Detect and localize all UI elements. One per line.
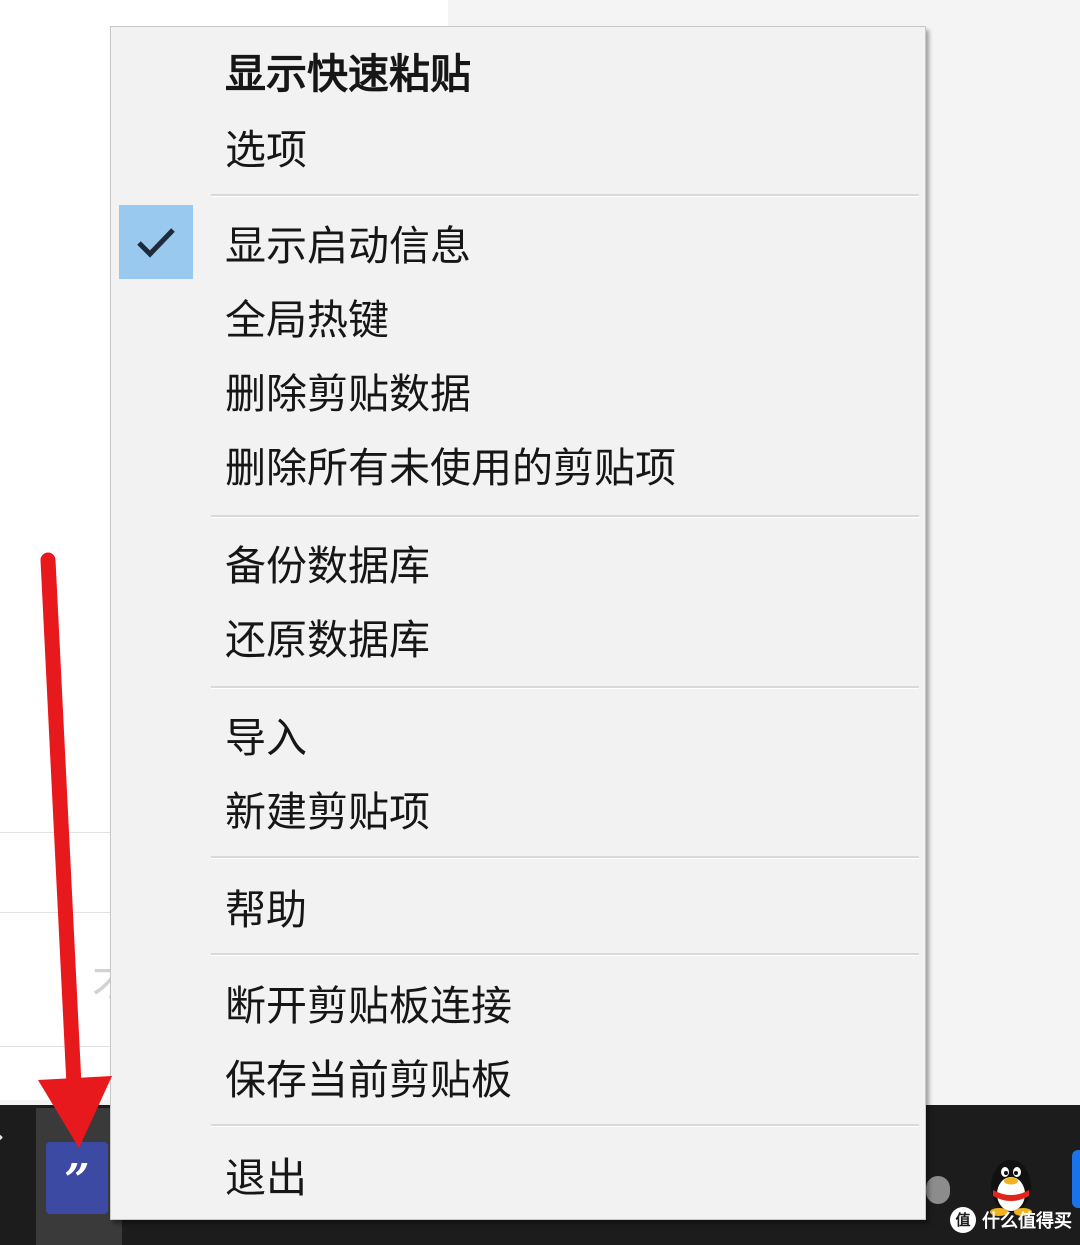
tray-icon-partial[interactable] xyxy=(1072,1150,1080,1208)
menu-item-exit[interactable]: 退出 xyxy=(111,1145,925,1211)
menu-item-show-startup-message[interactable]: 显示启动信息 xyxy=(111,213,925,279)
menu-item-global-hotkeys[interactable]: 全局热键 xyxy=(111,287,925,353)
menu-item-label: 退出 xyxy=(225,1154,307,1202)
menu-item-label: 还原数据库 xyxy=(225,616,430,664)
background-divider xyxy=(0,912,110,913)
menu-item-delete-unused-clips[interactable]: 删除所有未使用的剪贴项 xyxy=(111,435,925,501)
menu-separator xyxy=(211,194,919,197)
menu-item-label: 删除所有未使用的剪贴项 xyxy=(225,444,676,492)
show-hidden-icons-chevron-icon[interactable]: › xyxy=(0,1122,4,1152)
background-divider xyxy=(0,1046,110,1047)
menu-item-options[interactable]: 选项 xyxy=(111,117,925,183)
menu-item-import[interactable]: 导入 xyxy=(111,705,925,771)
menu-item-disconnect-clipboard[interactable]: 断开剪贴板连接 xyxy=(111,973,925,1039)
menu-item-new-clip[interactable]: 新建剪贴项 xyxy=(111,779,925,845)
menu-separator xyxy=(211,856,919,859)
watermark-text: 什么值得买 xyxy=(982,1211,1072,1232)
menu-item-label: 新建剪贴项 xyxy=(225,788,430,836)
menu-item-label: 保存当前剪贴板 xyxy=(225,1056,512,1104)
menu-item-label: 帮助 xyxy=(225,886,307,934)
menu-item-label: 显示快速粘贴 xyxy=(225,50,471,98)
menu-item-backup-database[interactable]: 备份数据库 xyxy=(111,533,925,599)
source-watermark: 值 什么值得买 xyxy=(950,1207,1072,1233)
menu-item-label: 选项 xyxy=(225,126,307,174)
menu-separator xyxy=(211,1124,919,1127)
menu-separator xyxy=(211,515,919,518)
watermark-logo-icon: 值 xyxy=(950,1207,976,1233)
menu-item-delete-clip-data[interactable]: 删除剪贴数据 xyxy=(111,361,925,427)
menu-item-show-quick-paste[interactable]: 显示快速粘贴 xyxy=(111,41,925,107)
clipboard-app-tray-icon[interactable]: ” xyxy=(46,1142,108,1214)
chat-bubble-icon[interactable] xyxy=(926,1176,950,1204)
tray-context-menu: 显示快速粘贴 选项 显示启动信息 全局热键 删除剪贴数据 删除所有未使用的剪贴项… xyxy=(110,26,926,1220)
menu-separator xyxy=(211,953,919,956)
background-divider xyxy=(0,832,110,833)
menu-separator xyxy=(211,686,919,689)
menu-item-restore-database[interactable]: 还原数据库 xyxy=(111,607,925,673)
menu-item-help[interactable]: 帮助 xyxy=(111,877,925,943)
menu-item-save-current-clipboard[interactable]: 保存当前剪贴板 xyxy=(111,1047,925,1113)
